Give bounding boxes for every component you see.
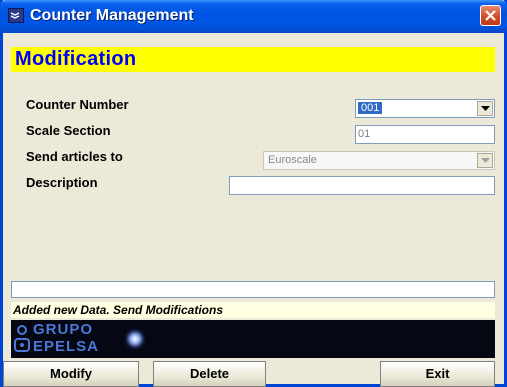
scale-logo-icon [14,325,30,352]
send-articles-to-value: Euroscale [268,154,317,166]
window-title: Counter Management [30,7,194,24]
send-articles-to-label: Send articles to [26,149,123,164]
exit-button[interactable]: Exit [380,361,495,387]
mode-header: Modification [11,47,495,72]
company-logo-banner: GRUPO EPELSA [11,320,495,358]
mode-title: Modification [15,48,137,70]
logo-sparkle [124,328,146,350]
counter-number-value: 001 [358,102,383,114]
scale-section-field[interactable]: 01 [355,125,495,144]
close-icon [485,10,496,21]
description-label: Description [26,175,98,190]
status-bar: Added new Data. Send Modifications [11,302,495,318]
counter-number-select[interactable]: 001 [355,99,495,118]
progress-bar [11,281,495,298]
scale-section-value: 01 [358,128,371,140]
app-icon [8,8,24,23]
delete-button[interactable]: Delete [153,361,266,387]
logo-text-epelsa: EPELSA [33,338,100,355]
status-message: Added new Data. Send Modifications [13,303,224,317]
description-field[interactable] [229,176,495,195]
chevron-down-icon [481,158,490,163]
counter-number-label: Counter Number [26,97,129,112]
logo-text-grupo: GRUPO [33,321,94,338]
close-button[interactable] [480,5,501,26]
send-articles-to-dropdown-button[interactable] [477,153,493,168]
scale-section-label: Scale Section [26,123,111,138]
send-articles-to-select[interactable]: Euroscale [263,151,495,170]
modify-button[interactable]: Modify [3,361,139,387]
counter-number-dropdown-button[interactable] [477,101,493,116]
title-bar[interactable]: Counter Management [0,0,507,33]
chevron-down-icon [481,106,490,111]
